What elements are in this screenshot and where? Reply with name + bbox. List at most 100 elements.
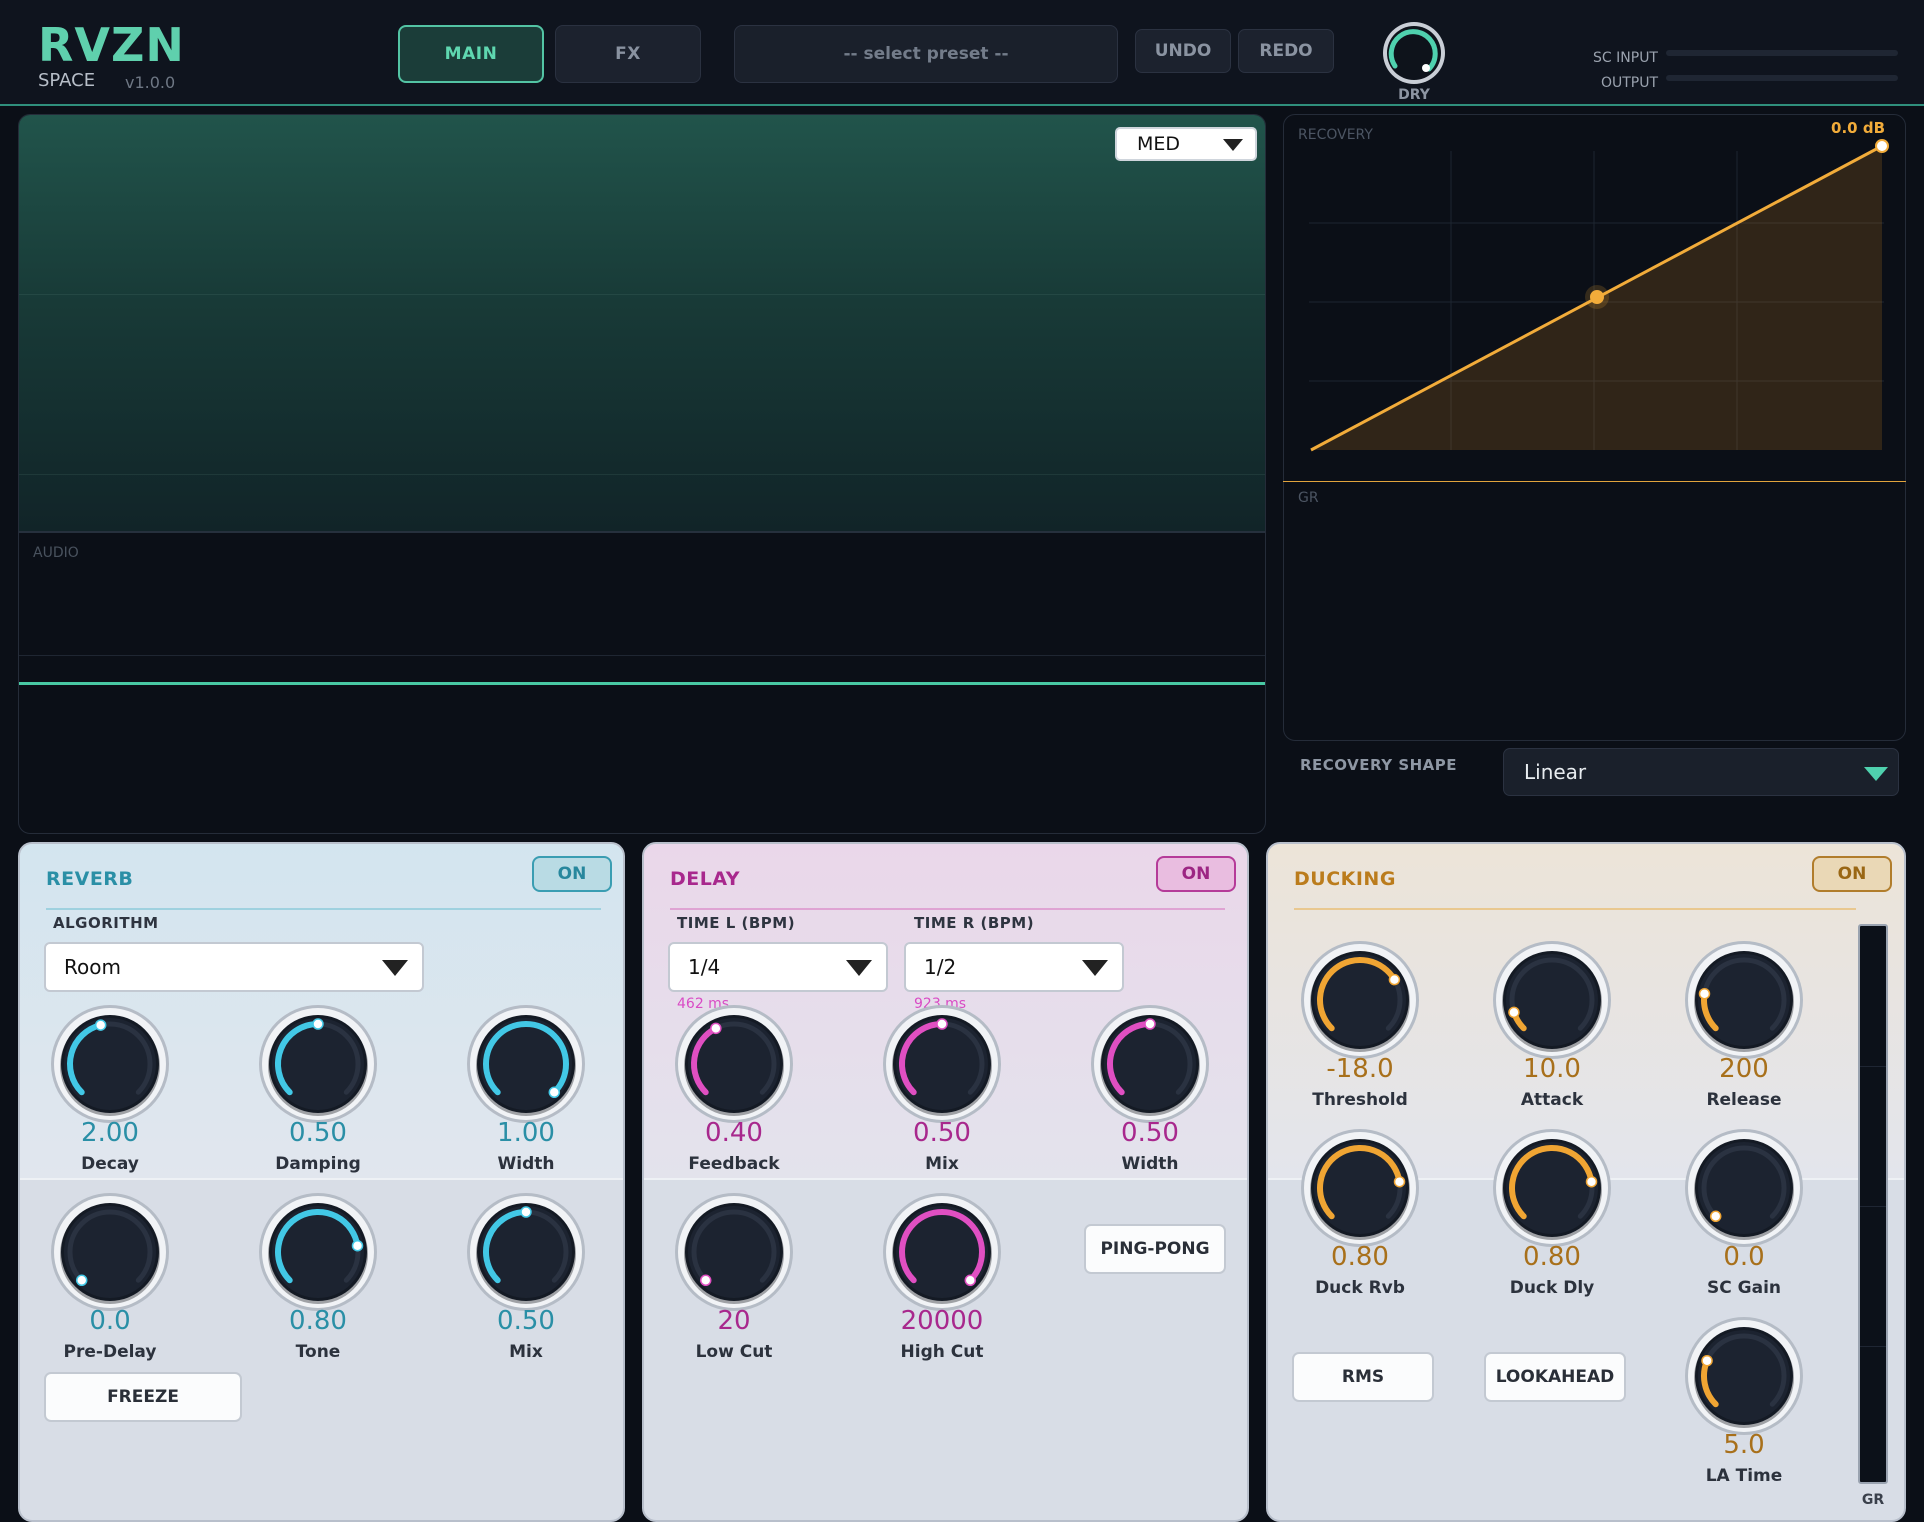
- grid-line: [19, 294, 1265, 295]
- reverb-decay-value: 2.00: [81, 1118, 139, 1148]
- logo-title: RVZN: [38, 18, 185, 72]
- version-label: v1.0.0: [125, 73, 176, 92]
- ducking-threshold-value: -18.0: [1326, 1054, 1394, 1084]
- time-r-dropdown[interactable]: 1/2: [904, 942, 1124, 992]
- recovery-shape-label: RECOVERY SHAPE: [1300, 756, 1458, 774]
- delay-high-cut-value: 20000: [900, 1306, 984, 1336]
- reverb-pre-delay-label: Pre-Delay: [63, 1342, 157, 1362]
- algorithm-dropdown[interactable]: Room: [44, 942, 424, 992]
- ducking-duck-rvb-label: Duck Rvb: [1315, 1278, 1405, 1298]
- output-meter: [1666, 75, 1898, 81]
- delay-title-rule: [670, 908, 1225, 910]
- reverb-pre-delay-knob[interactable]: [49, 1191, 171, 1313]
- dry-knob[interactable]: [1381, 20, 1447, 86]
- delay-mix-knob[interactable]: [881, 1003, 1003, 1125]
- redo-button[interactable]: REDO: [1238, 29, 1334, 73]
- recovery-shape-value: Linear: [1524, 760, 1587, 784]
- preset-select[interactable]: -- select preset --: [734, 25, 1118, 83]
- time-l-label: TIME L (BPM): [677, 914, 796, 932]
- ducking-duck-dly-label: Duck Dly: [1509, 1278, 1595, 1298]
- time-l-dropdown[interactable]: 1/4: [668, 942, 888, 992]
- sc-input-label: SC INPUT: [1593, 50, 1658, 66]
- ducking-duck-dly-knob[interactable]: [1491, 1127, 1613, 1249]
- gr-panel-label: GR: [1298, 490, 1319, 506]
- delay-title: DELAY: [670, 868, 741, 890]
- waveform-display[interactable]: MED AUDIO: [18, 114, 1266, 834]
- ducking-title-rule: [1294, 908, 1856, 910]
- ducking-attack-knob[interactable]: [1491, 939, 1613, 1061]
- delay-width-knob[interactable]: [1089, 1003, 1211, 1125]
- recovery-curve-panel[interactable]: RECOVERY 0.0 dB: [1283, 114, 1906, 482]
- ducking-duck-rvb-knob[interactable]: [1299, 1127, 1421, 1249]
- reverb-decay-label: Decay: [81, 1154, 139, 1174]
- ducking-la-time-label: LA Time: [1705, 1466, 1783, 1486]
- delay-on-toggle[interactable]: ON: [1156, 856, 1236, 892]
- ducking-sc-gain-label: SC Gain: [1707, 1278, 1781, 1298]
- ducking-la-time-knob[interactable]: [1683, 1315, 1805, 1437]
- reverb-mix-value: 0.50: [497, 1306, 555, 1336]
- reverb-damping-knob[interactable]: [257, 1003, 379, 1125]
- time-r-value: 1/2: [924, 955, 957, 979]
- ducking-release-knob[interactable]: [1683, 939, 1805, 1061]
- ducking-attack-value: 10.0: [1523, 1054, 1581, 1084]
- recovery-shape-dropdown[interactable]: Linear: [1503, 748, 1899, 796]
- resolution-value: MED: [1137, 133, 1181, 155]
- reverb-damping-label: Damping: [275, 1154, 361, 1174]
- tab-fx[interactable]: FX: [555, 25, 701, 83]
- ping-pong-button[interactable]: PING-PONG: [1084, 1224, 1226, 1274]
- chevron-down-icon: [1223, 139, 1243, 151]
- reverb-width-label: Width: [497, 1154, 555, 1174]
- grid-line: [19, 474, 1265, 475]
- recovery-curve[interactable]: [1284, 115, 1905, 483]
- reverb-width-knob[interactable]: [465, 1003, 587, 1125]
- delay-high-cut-knob[interactable]: [881, 1191, 1003, 1313]
- reverb-on-toggle[interactable]: ON: [532, 856, 612, 892]
- algorithm-label: ALGORITHM: [53, 914, 159, 932]
- sc-input-meter: [1666, 50, 1898, 56]
- reverb-title-rule: [46, 908, 601, 910]
- lookahead-button[interactable]: LOOKAHEAD: [1484, 1352, 1626, 1402]
- ducking-title: DUCKING: [1294, 868, 1396, 890]
- resolution-dropdown[interactable]: MED: [1115, 127, 1257, 161]
- reverb-damping-value: 0.50: [289, 1118, 347, 1148]
- ducking-on-toggle[interactable]: ON: [1812, 856, 1892, 892]
- delay-feedback-knob[interactable]: [673, 1003, 795, 1125]
- ducking-threshold-knob[interactable]: [1299, 939, 1421, 1061]
- reverb-title: REVERB: [46, 868, 134, 890]
- envelope-area[interactable]: MED: [19, 115, 1265, 533]
- chevron-down-icon: [846, 960, 872, 976]
- reverb-decay-knob[interactable]: [49, 1003, 171, 1125]
- ducking-gr-label: GR: [1861, 1492, 1885, 1508]
- time-r-label: TIME R (BPM): [914, 914, 1035, 932]
- reverb-mix-label: Mix: [509, 1342, 543, 1362]
- ducking-release-label: Release: [1706, 1090, 1782, 1110]
- delay-low-cut-knob[interactable]: [673, 1191, 795, 1313]
- delay-width-value: 0.50: [1121, 1118, 1179, 1148]
- delay-width-label: Width: [1121, 1154, 1179, 1174]
- ducking-module: DUCKING ON RMS LOOKAHEAD GR -18.0 Thresho…: [1266, 842, 1906, 1522]
- delay-low-cut-value: 20: [717, 1306, 751, 1336]
- freeze-button[interactable]: FREEZE: [44, 1372, 242, 1422]
- tab-main[interactable]: MAIN: [398, 25, 544, 83]
- delay-mix-label: Mix: [925, 1154, 959, 1174]
- reverb-pre-delay-value: 0.0: [89, 1306, 131, 1336]
- delay-module: DELAY ON TIME L (BPM) 1/4 TIME R (BPM) 1…: [642, 842, 1249, 1522]
- ducking-attack-label: Attack: [1520, 1090, 1584, 1110]
- ducking-duck-rvb-value: 0.80: [1331, 1242, 1389, 1272]
- reverb-tone-knob[interactable]: [257, 1191, 379, 1313]
- ducking-sc-gain-knob[interactable]: [1683, 1127, 1805, 1249]
- delay-feedback-value: 0.40: [705, 1118, 763, 1148]
- ducking-sc-gain-value: 0.0: [1723, 1242, 1765, 1272]
- rms-button[interactable]: RMS: [1292, 1352, 1434, 1402]
- reverb-tone-label: Tone: [295, 1342, 341, 1362]
- delay-high-cut-label: High Cut: [900, 1342, 984, 1362]
- reverb-width-value: 1.00: [497, 1118, 555, 1148]
- time-l-value: 1/4: [688, 955, 721, 979]
- undo-button[interactable]: UNDO: [1135, 29, 1231, 73]
- ducking-release-value: 200: [1719, 1054, 1769, 1084]
- audio-label: AUDIO: [33, 545, 79, 561]
- reverb-mix-knob[interactable]: [465, 1191, 587, 1313]
- logo-subtitle: SPACE: [38, 70, 96, 91]
- chevron-down-icon: [1864, 767, 1888, 781]
- ducking-gr-meter: [1858, 924, 1888, 1484]
